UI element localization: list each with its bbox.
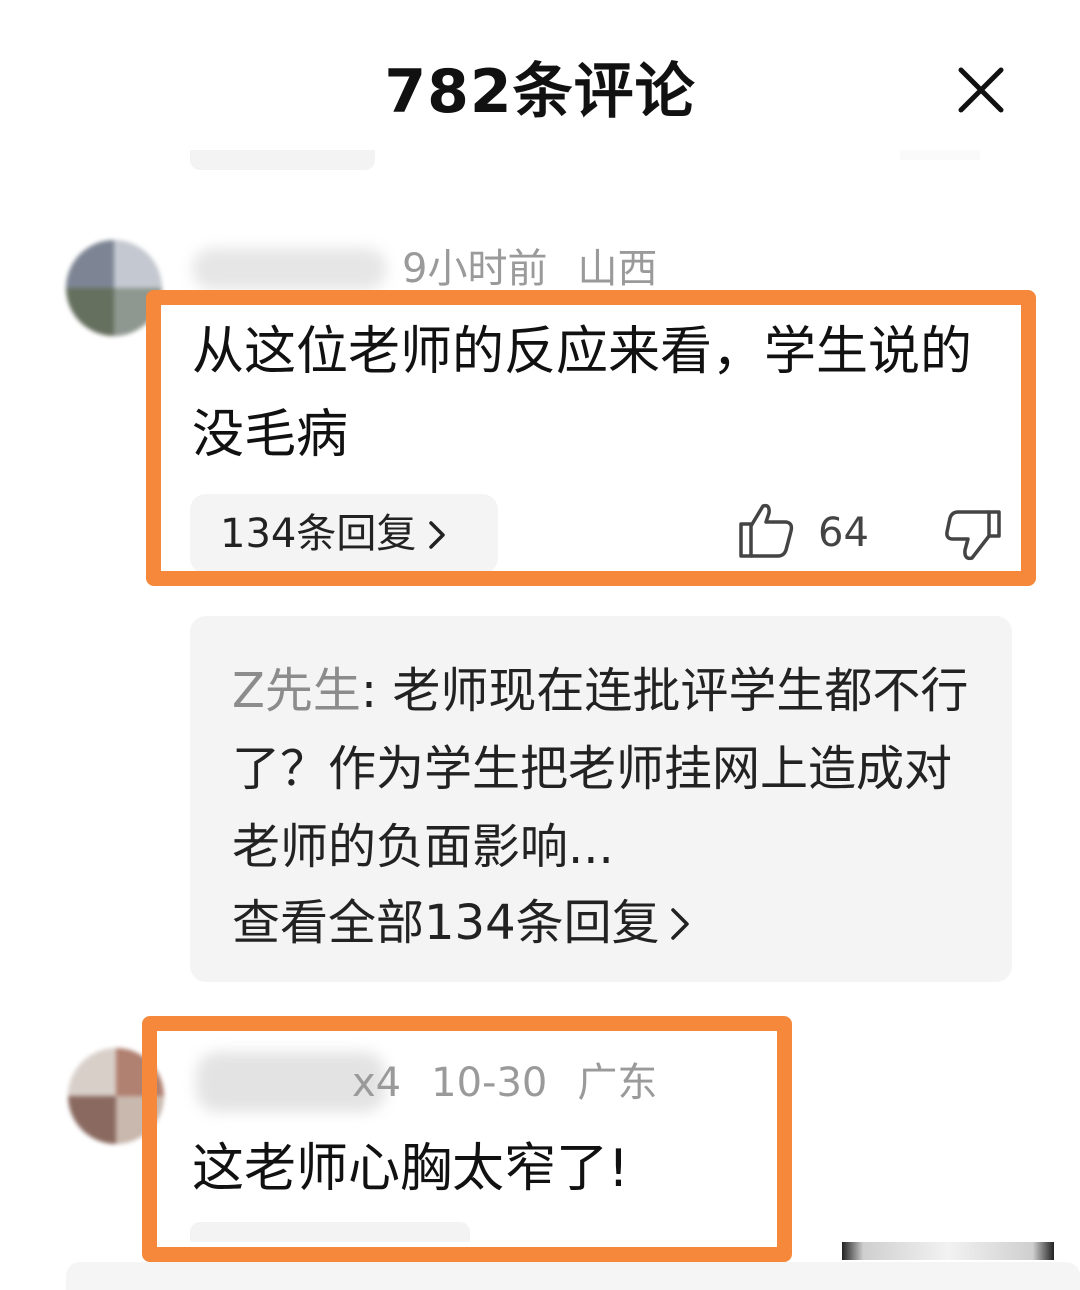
comment-location: 山西 [577, 246, 658, 292]
chevron-right-icon [670, 908, 689, 940]
username-blurred[interactable] [192, 248, 387, 290]
comment-meta: 9小时前 山西 [402, 244, 657, 294]
reply-preview: Z先生: 老师现在连批评学生都不行了？作为学生把老师挂网上造成对老师的负面影响.… [232, 652, 992, 886]
reply-author[interactable]: Z先生 [232, 663, 361, 719]
reply-separator: : [360, 663, 393, 719]
highlight-box [146, 290, 1036, 586]
sheet-title: 782条评论 [384, 57, 696, 127]
previous-comment-reply-pill[interactable] [190, 150, 375, 170]
highlight-box [142, 1016, 792, 1262]
view-all-replies-link[interactable]: 查看全部134条回复 [232, 884, 690, 962]
watermark-bar [842, 1242, 1054, 1260]
view-all-replies-label: 查看全部134条回复 [232, 895, 660, 951]
next-panel-partial [66, 1262, 1080, 1290]
close-icon[interactable] [955, 64, 1007, 116]
comment-time: 9小时前 [402, 246, 548, 292]
reply-preview-panel[interactable]: Z先生: 老师现在连批评学生都不行了？作为学生把老师挂网上造成对老师的负面影响.… [190, 616, 1012, 982]
comments-sheet: 782条评论 9小时前 山西 从这位老师的反应来看，学生说的没毛病 134条回复 … [0, 0, 1080, 1290]
previous-comment-remnant [900, 150, 980, 160]
